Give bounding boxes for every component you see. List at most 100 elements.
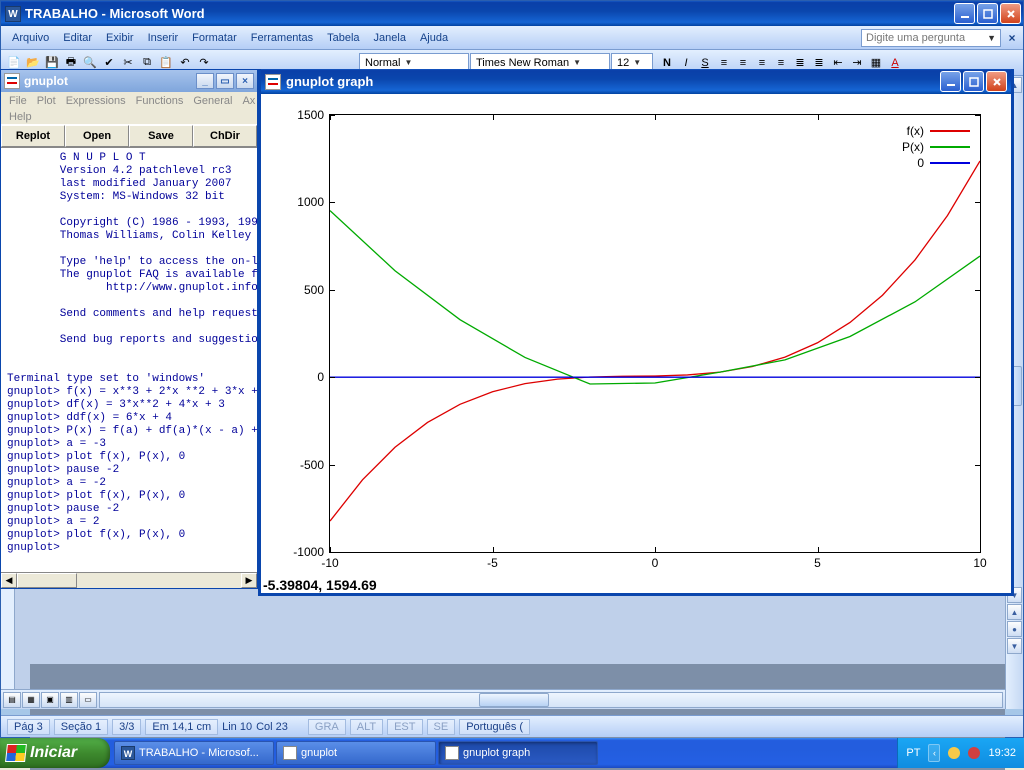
close-button[interactable]: × (236, 73, 254, 89)
menu-editar[interactable]: Editar (56, 30, 99, 46)
status-col: Col 23 (256, 721, 288, 733)
status-gra: GRA (308, 719, 346, 735)
gnuplot-icon (445, 746, 459, 760)
chevron-down-icon: ▼ (573, 58, 581, 67)
menu-axes[interactable]: Ax (238, 94, 259, 108)
help-search-placeholder: Digite uma pergunta (866, 32, 965, 44)
x-tick-label: -5 (487, 552, 498, 570)
x-tick-label: 5 (814, 552, 821, 570)
start-button[interactable]: Iniciar (0, 738, 110, 768)
maximize-button[interactable] (963, 71, 984, 92)
menu-inserir[interactable]: Inserir (141, 30, 186, 46)
language-indicator[interactable]: PT (906, 747, 920, 759)
scroll-right-icon[interactable]: ▶ (241, 573, 257, 588)
x-tick-label: -10 (321, 552, 338, 570)
menu-functions[interactable]: Functions (132, 94, 188, 108)
system-tray: PT ‹ 19:32 (897, 738, 1024, 768)
chdir-button[interactable]: ChDir (193, 125, 257, 147)
doc-close-button[interactable]: × (1005, 31, 1019, 45)
word-title: TRABALHO - Microsoft Word (25, 6, 205, 21)
maximize-button[interactable]: ▭ (216, 73, 234, 89)
tray-expand-icon[interactable]: ‹ (928, 744, 940, 762)
x-tick-label: 0 (652, 552, 659, 570)
gnuplot-graph-titlebar[interactable]: gnuplot graph (261, 69, 1011, 94)
legend-swatch (930, 146, 970, 148)
menu-janela[interactable]: Janela (367, 30, 413, 46)
chevron-down-icon: ▼ (987, 33, 996, 43)
plot-area[interactable]: f(x) P(x) 0 -1000-500050010001500-10-505… (261, 94, 1011, 593)
tray-icon[interactable] (968, 747, 980, 759)
menu-arquivo[interactable]: Arquivo (5, 30, 56, 46)
x-tick-label: 10 (973, 552, 986, 570)
view-normal-icon[interactable]: ▤ (3, 692, 21, 708)
browse-object-icon[interactable]: ● (1007, 621, 1022, 637)
minimize-button[interactable] (954, 3, 975, 24)
gnuplot-h-scrollbar[interactable]: ◀ ▶ (1, 572, 257, 588)
status-lang: Português ( (459, 719, 530, 735)
gnuplot-icon (265, 74, 281, 90)
menu-expressions[interactable]: Expressions (62, 94, 130, 108)
scroll-left-icon[interactable]: ◀ (1, 573, 17, 588)
menu-ajuda[interactable]: Ajuda (413, 30, 455, 46)
legend-item: 0 (902, 155, 970, 171)
maximize-button[interactable] (977, 3, 998, 24)
prev-page-icon[interactable]: ▲ (1007, 604, 1022, 620)
status-pages: 3/3 (112, 719, 141, 735)
task-items: W TRABALHO - Microsof... gnuplot gnuplot… (110, 738, 602, 768)
replot-button[interactable]: Replot (1, 125, 65, 147)
gnuplot-button-row: Replot Open Save ChDir (1, 124, 257, 148)
menu-tabela[interactable]: Tabela (320, 30, 366, 46)
menu-file[interactable]: File (5, 94, 31, 108)
view-reading-icon[interactable]: ▭ (79, 692, 97, 708)
gnuplot-term-title: gnuplot (24, 74, 68, 88)
axes-box: f(x) P(x) 0 -1000-500050010001500-10-505… (329, 114, 981, 553)
next-page-icon[interactable]: ▼ (1007, 638, 1022, 654)
gnuplot-term-titlebar[interactable]: gnuplot _ ▭ × (1, 70, 257, 92)
h-scroll-thumb[interactable] (479, 693, 549, 707)
menu-help[interactable]: Help (5, 110, 36, 124)
windows-logo-icon (5, 744, 27, 762)
chevron-down-icon: ▼ (633, 58, 641, 67)
view-outline-icon[interactable]: ▥ (60, 692, 78, 708)
close-button[interactable] (1000, 3, 1021, 24)
gnuplot-console[interactable]: G N U P L O T Version 4.2 patchlevel rc3… (1, 148, 257, 572)
gnuplot-terminal-window: gnuplot _ ▭ × File Plot Expressions Func… (0, 69, 258, 589)
menu-ferramentas[interactable]: Ferramentas (244, 30, 320, 46)
minimize-button[interactable]: _ (196, 73, 214, 89)
taskbar-item-word[interactable]: W TRABALHO - Microsof... (114, 741, 274, 765)
legend-swatch (930, 130, 970, 132)
legend-swatch (930, 162, 970, 164)
y-tick-label: 500 (304, 283, 330, 297)
gnuplot-icon (4, 73, 20, 89)
y-tick-label: 1500 (297, 108, 330, 122)
gnuplot-graph-window: gnuplot graph f(x) P(x) 0 -1000-50005001… (258, 69, 1014, 596)
menu-exibir[interactable]: Exibir (99, 30, 141, 46)
menu-formatar[interactable]: Formatar (185, 30, 244, 46)
word-menubar: Arquivo Editar Exibir Inserir Formatar F… (1, 26, 1023, 50)
h-scroll-thumb[interactable] (17, 573, 77, 588)
h-scroll-track[interactable] (99, 692, 1003, 708)
minimize-button[interactable] (940, 71, 961, 92)
taskbar-item-gnuplot-graph[interactable]: gnuplot graph (438, 741, 598, 765)
legend-item: f(x) (902, 123, 970, 139)
open-button[interactable]: Open (65, 125, 129, 147)
gnuplot-term-menubar: File Plot Expressions Functions General … (1, 92, 257, 110)
y-tick-label: -500 (300, 458, 330, 472)
view-print-icon[interactable]: ▣ (41, 692, 59, 708)
menu-general[interactable]: General (189, 94, 236, 108)
save-button[interactable]: Save (129, 125, 193, 147)
help-search-input[interactable]: Digite uma pergunta ▼ (861, 29, 1001, 47)
status-alt: ALT (350, 719, 383, 735)
word-icon: W (121, 746, 135, 760)
view-web-icon[interactable]: ▦ (22, 692, 40, 708)
clock[interactable]: 19:32 (988, 747, 1016, 759)
taskbar: Iniciar W TRABALHO - Microsof... gnuplot… (0, 738, 1024, 768)
menu-plot[interactable]: Plot (33, 94, 60, 108)
gnuplot-graph-title: gnuplot graph (286, 74, 373, 89)
tray-icon[interactable] (948, 747, 960, 759)
close-button[interactable] (986, 71, 1007, 92)
chevron-down-icon: ▼ (404, 58, 412, 67)
taskbar-item-gnuplot[interactable]: gnuplot (276, 741, 436, 765)
status-page: Pág 3 (7, 719, 50, 735)
word-titlebar[interactable]: W TRABALHO - Microsoft Word (1, 1, 1023, 26)
